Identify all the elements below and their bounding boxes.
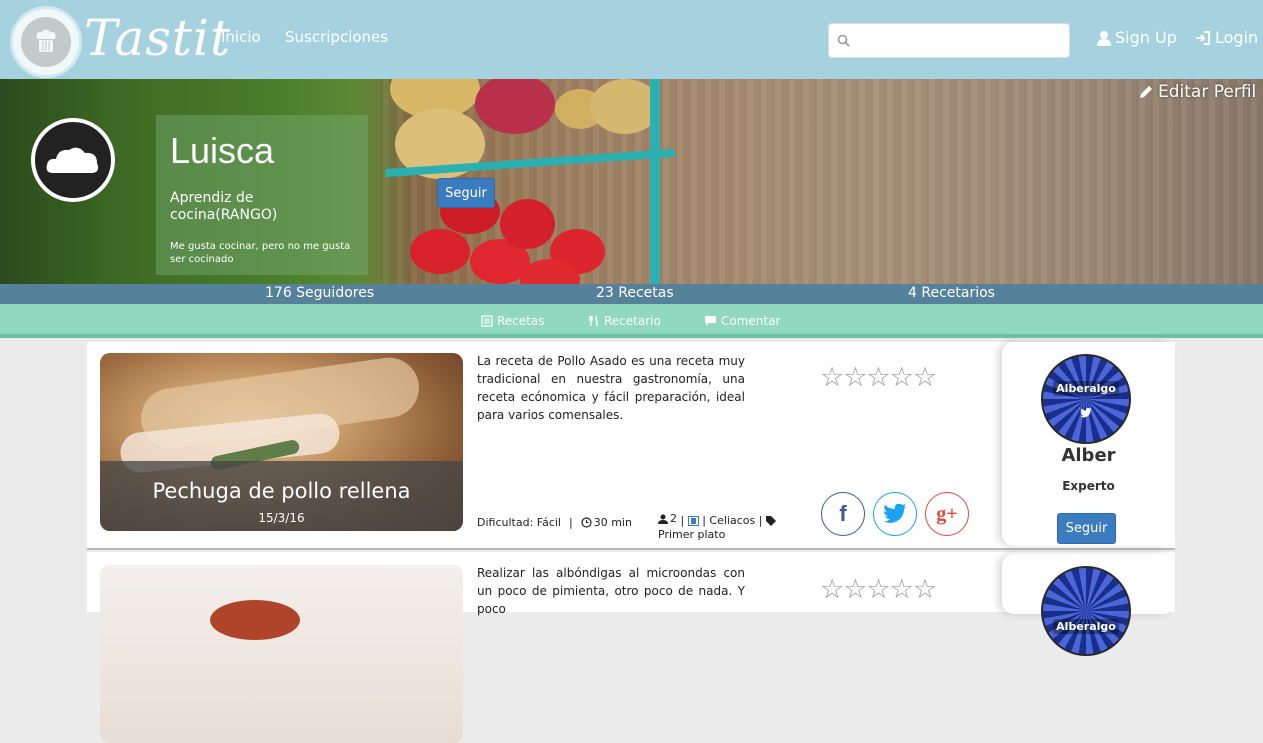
author-avatar[interactable]: Alberalgo [1041, 566, 1131, 656]
facebook-share-button[interactable]: f [821, 492, 865, 536]
clock-icon [581, 517, 592, 528]
recipe-date: 15/3/16 [258, 511, 305, 525]
cutlery-icon [589, 315, 598, 326]
author-name[interactable]: Alber [1002, 445, 1175, 466]
login-link[interactable]: Login [1195, 28, 1258, 47]
tags-icon [765, 516, 776, 526]
follow-author-button[interactable]: Seguir [1057, 513, 1116, 544]
profile-name: Luisca [170, 130, 275, 171]
recipe-books-count[interactable]: 4 Recetarios [908, 285, 995, 301]
film-icon [687, 516, 699, 526]
author-card: Alberalgo Alber Experto Seguir [1002, 342, 1175, 546]
recipe-card[interactable]: ✱ Pechuga de pollo rellena 15/3/16 La re… [87, 342, 1175, 550]
top-navbar: Tastit Inicio Suscripciones Sign Up Logi… [0, 0, 1263, 79]
recipe-image[interactable]: Pechuga de pollo rellena 15/3/16 [100, 353, 463, 531]
profile-tabs: Recetas Recetario Comentar [0, 304, 1263, 338]
login-icon [1196, 30, 1210, 45]
search-input[interactable] [857, 24, 1067, 57]
user-icon [1097, 30, 1111, 46]
nav-suscripciones[interactable]: Suscripciones [285, 28, 388, 46]
nav-inicio[interactable]: Inicio [221, 28, 261, 46]
login-label: Login [1215, 28, 1259, 47]
profile-bio: Me gusta cocinar, pero no me gusta ser c… [170, 241, 351, 265]
recipe-servings: 2 [670, 512, 677, 525]
cloud-icon [46, 147, 99, 173]
tab-comentar-label: Comentar [721, 314, 781, 328]
comment-icon [705, 316, 716, 326]
recipe-tags: 2 | | Celiacos | Primer plato [658, 512, 798, 542]
followers-count[interactable]: 176 Seguidores [265, 285, 374, 301]
follow-profile-button[interactable]: Seguir [437, 178, 495, 208]
author-badge: Alberalgo [1053, 618, 1119, 634]
profile-stats: 176 Seguidores 23 Recetas 4 Recetarios [0, 284, 1263, 304]
author-card: Alberalgo [1002, 554, 1175, 656]
facebook-icon: f [839, 501, 847, 526]
twitter-icon [883, 504, 906, 523]
brand-logo[interactable]: Tastit [84, 6, 231, 70]
recipe-image[interactable] [100, 565, 463, 743]
twitter-icon [1080, 407, 1092, 417]
list-icon [481, 315, 493, 327]
sign-up-link[interactable]: Sign Up [1097, 28, 1177, 47]
author-avatar[interactable]: Alberalgo [1041, 354, 1131, 444]
author-rank: Experto [1062, 479, 1115, 493]
recipe-difficulty: Dificultad: Fácil [477, 516, 561, 529]
google-plus-icon: g+ [936, 502, 958, 525]
tab-recetario[interactable]: Recetario [588, 314, 661, 328]
edit-profile-link[interactable]: Editar Perfil [1138, 82, 1256, 102]
recipe-title[interactable]: Pechuga de pollo rellena [100, 479, 463, 503]
pencil-icon [1140, 86, 1152, 98]
recipes-count[interactable]: 23 Recetas [596, 285, 674, 301]
recipe-difficulty-time: Dificultad: Fácil | 30 min [477, 516, 632, 529]
rating-stars[interactable]: ☆☆☆☆☆ [820, 574, 937, 605]
recipe-tag[interactable]: Celiacos [709, 514, 755, 527]
logo-icon[interactable] [10, 6, 82, 78]
sign-up-label: Sign Up [1115, 28, 1177, 47]
author-badge: Alberalgo [1053, 380, 1119, 396]
edit-profile-label: Editar Perfil [1158, 82, 1257, 102]
google-plus-share-button[interactable]: g+ [925, 492, 969, 536]
recipe-card[interactable]: ✱ Realizar las albóndigas al microondas … [87, 552, 1175, 743]
user-icon [658, 514, 668, 524]
rating-stars[interactable]: ☆☆☆☆☆ [820, 362, 937, 393]
profile-rank: Aprendiz de cocina(RANGO) [170, 190, 278, 223]
profile-avatar[interactable] [31, 118, 115, 202]
tab-recetario-label: Recetario [604, 314, 661, 328]
recipe-description: La receta de Pollo Asado es una receta m… [477, 354, 745, 422]
tab-recetas-label: Recetas [497, 314, 545, 328]
tab-comentar[interactable]: Comentar [704, 314, 780, 328]
recipe-description: Realizar las albóndigas al microondas co… [477, 566, 745, 616]
twitter-share-button[interactable] [873, 492, 917, 536]
recipe-time: 30 min [593, 516, 632, 529]
tab-recetas[interactable]: Recetas [481, 314, 544, 328]
recipe-category[interactable]: Primer plato [658, 528, 725, 541]
search-box [828, 23, 1070, 58]
search-icon [837, 34, 850, 47]
